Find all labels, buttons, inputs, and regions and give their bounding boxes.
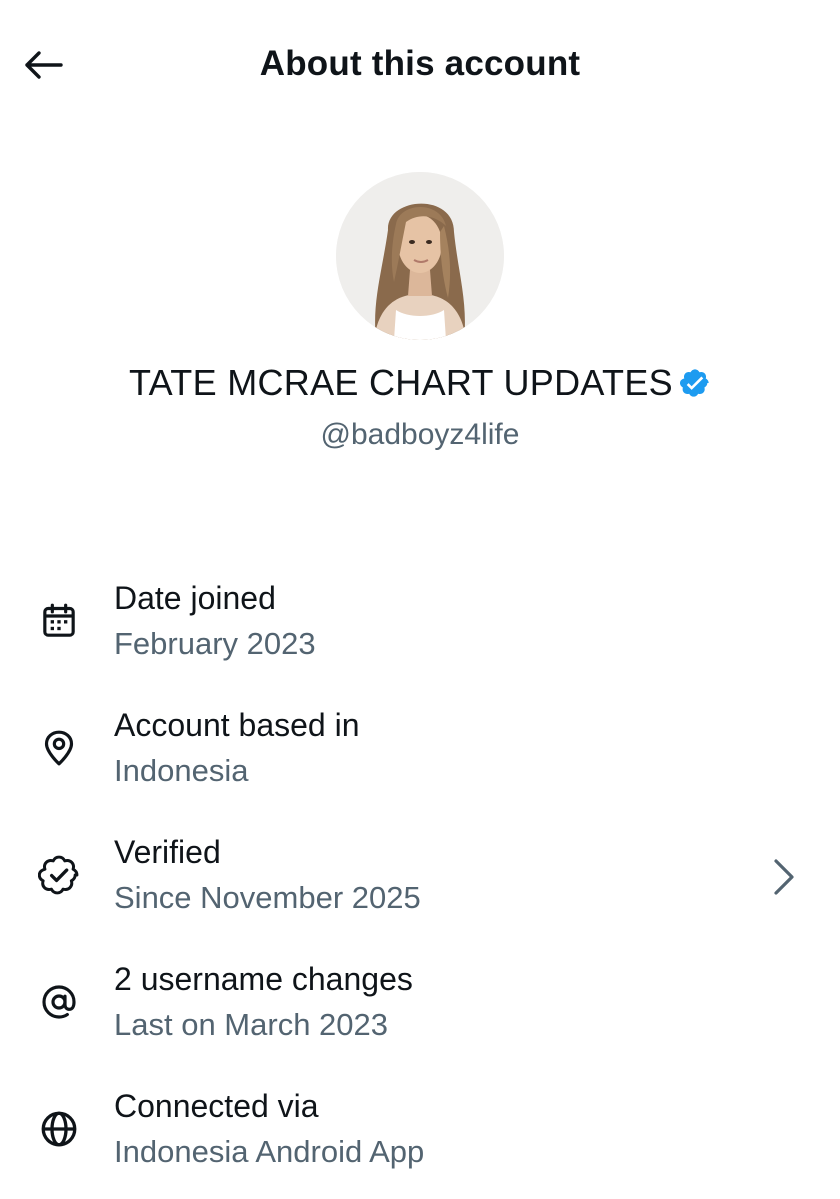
verified-badge-icon [36, 852, 82, 898]
globe-icon [36, 1106, 82, 1152]
top-bar: About this account [0, 0, 840, 130]
chevron-right-icon[interactable] [764, 854, 804, 900]
display-name: TATE MCRAE CHART UPDATES [129, 362, 673, 403]
info-value: Indonesia [114, 753, 249, 788]
info-value: Last on March 2023 [114, 1007, 389, 1042]
info-value: Indonesia Android App [114, 1134, 425, 1169]
avatar-image [336, 172, 504, 340]
info-label: Date joined [114, 580, 276, 616]
calendar-icon [36, 598, 82, 644]
info-item-connected-via: Connected via Indonesia Android App [0, 1078, 840, 1178]
info-label: Verified [114, 834, 221, 870]
info-label: Account based in [114, 707, 360, 743]
display-name-row: TATE MCRAE CHART UPDATES [0, 362, 840, 404]
avatar[interactable] [336, 172, 504, 340]
page-title: About this account [259, 44, 581, 83]
info-item-username-changes: 2 username changes Last on March 2023 [0, 951, 840, 1051]
verified-badge-icon[interactable] [679, 367, 711, 399]
info-item-account-based-in: Account based in Indonesia [0, 697, 840, 797]
info-label: 2 username changes [114, 961, 413, 997]
info-value: February 2023 [114, 626, 316, 661]
location-pin-icon [36, 725, 82, 771]
info-value: Since November 2025 [114, 880, 421, 915]
info-item-verified[interactable]: Verified Since November 2025 [0, 824, 840, 924]
info-item-date-joined: Date joined February 2023 [0, 570, 840, 670]
info-label: Connected via [114, 1088, 319, 1124]
username-handle: @badboyz4life [320, 418, 520, 451]
at-sign-icon [36, 979, 82, 1025]
